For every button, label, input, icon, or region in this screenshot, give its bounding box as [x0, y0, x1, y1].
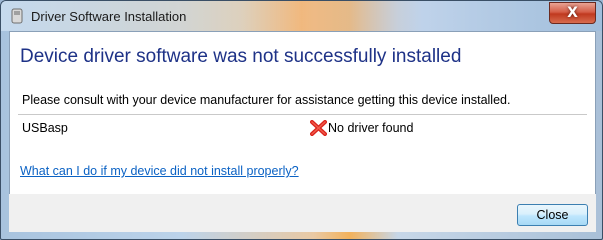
- dialog-message: Please consult with your device manufact…: [22, 93, 511, 107]
- device-name: USBasp: [22, 121, 68, 135]
- dialog-content: Device driver software was not successfu…: [9, 31, 596, 195]
- help-link[interactable]: What can I do if my device did not insta…: [20, 164, 299, 178]
- divider: [18, 114, 587, 115]
- close-button[interactable]: Close: [517, 204, 588, 226]
- dialog-footer: Close: [9, 194, 596, 232]
- device-status: No driver found: [310, 120, 413, 136]
- title-bar[interactable]: Driver Software Installation X: [1, 1, 602, 31]
- red-x-icon: [310, 120, 327, 136]
- close-icon: X: [567, 5, 578, 21]
- device-icon: [11, 8, 23, 24]
- dialog-window: Driver Software Installation X Device dr…: [0, 0, 603, 240]
- dialog-heading: Device driver software was not successfu…: [20, 46, 462, 67]
- window-title: Driver Software Installation: [31, 9, 187, 24]
- device-status-text: No driver found: [328, 121, 414, 135]
- window-close-button[interactable]: X: [549, 2, 596, 24]
